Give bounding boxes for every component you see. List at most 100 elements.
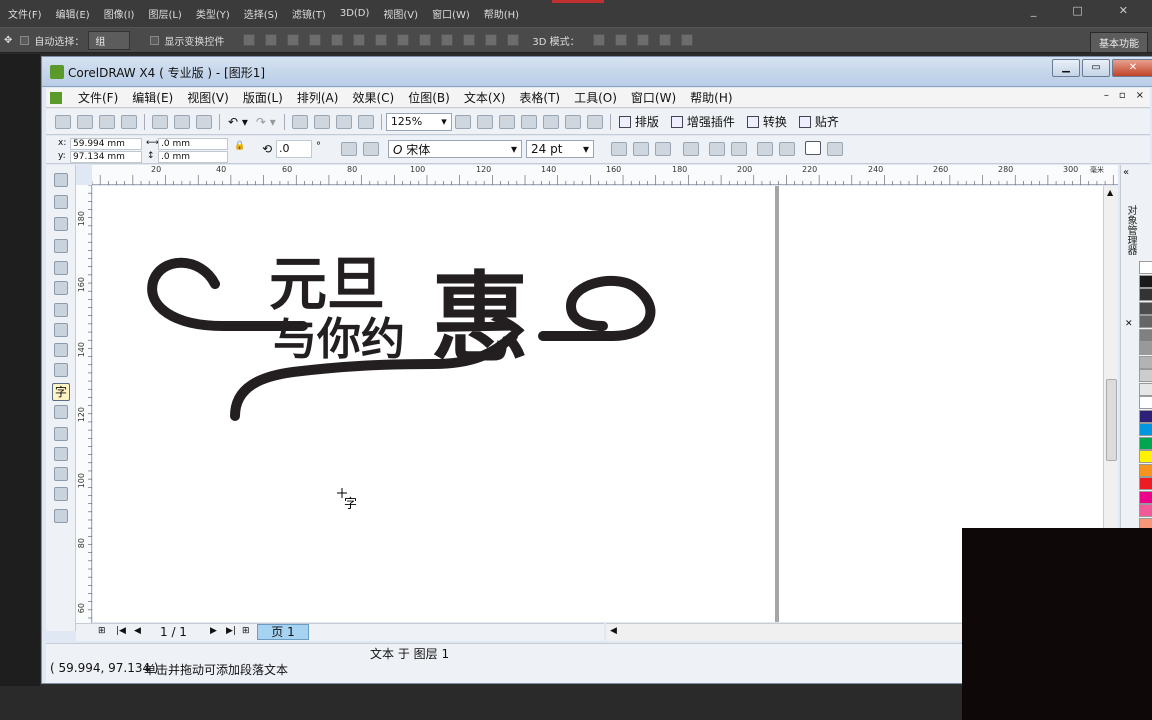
text-tool-icon[interactable]: 字	[52, 383, 70, 401]
doc-close-button[interactable]: ×	[1136, 90, 1144, 101]
zoom-height-icon[interactable]	[586, 114, 603, 129]
add-page-icon[interactable]: ⊞	[98, 626, 106, 636]
distribute-top-icon[interactable]	[375, 34, 388, 46]
ps-menu-layer[interactable]: 图层(L)	[148, 6, 181, 21]
horizontal-ruler[interactable]: 20 40 60 80 100 120 140 160 180 200 220 …	[92, 165, 1118, 185]
menu-edit[interactable]: 编辑(E)	[132, 89, 173, 106]
3d-scale-icon[interactable]	[680, 34, 693, 46]
color-swatch[interactable]	[1139, 328, 1152, 342]
ps-minimize-button[interactable]: _	[1031, 4, 1037, 17]
horizontal-scrollbar[interactable]: ◀	[606, 623, 966, 641]
zoom-page-icon[interactable]	[542, 114, 559, 129]
show-transform-checkbox[interactable]	[150, 35, 160, 45]
x-position-field[interactable]: 59.994 mm	[70, 138, 142, 150]
height-field[interactable]: .0 mm	[158, 151, 228, 163]
color-swatch[interactable]	[1139, 463, 1152, 477]
distribute-right-icon[interactable]	[485, 34, 498, 46]
fill-tool-icon[interactable]	[54, 487, 68, 501]
object-manager-tab[interactable]: 对象管理器	[1123, 205, 1138, 255]
color-swatch[interactable]	[1139, 436, 1152, 450]
color-swatch[interactable]	[1139, 450, 1152, 463]
doc-minimize-button[interactable]: –	[1104, 90, 1109, 101]
character-format-icon[interactable]	[757, 142, 773, 156]
bullets-icon[interactable]	[709, 142, 725, 156]
vertical-text-icon[interactable]	[827, 142, 843, 156]
3d-slide-icon[interactable]	[658, 34, 671, 46]
drop-cap-icon[interactable]	[731, 142, 747, 156]
menu-effects[interactable]: 效果(C)	[352, 89, 394, 106]
copy-icon[interactable]	[174, 114, 190, 129]
color-swatch[interactable]	[1139, 477, 1152, 490]
save-icon[interactable]	[99, 114, 115, 129]
bold-icon[interactable]	[611, 142, 627, 156]
add-page-after-icon[interactable]: ⊞	[242, 626, 250, 636]
import-icon[interactable]	[291, 114, 308, 129]
menu-table[interactable]: 表格(T)	[519, 89, 560, 106]
zoom-tool-icon[interactable]	[54, 239, 68, 253]
interactive-blend-tool-icon[interactable]	[54, 427, 68, 441]
underline-icon[interactable]	[655, 142, 671, 156]
ps-menu-file[interactable]: 文件(F)	[8, 6, 42, 21]
italic-icon[interactable]	[633, 142, 649, 156]
menu-bitmaps[interactable]: 位图(B)	[408, 89, 450, 106]
publish-pdf-icon[interactable]	[335, 114, 352, 129]
align-top-icon[interactable]	[243, 34, 256, 46]
font-size-combo[interactable]: 24 pt ▾	[526, 140, 594, 158]
mirror-horizontal-icon[interactable]	[341, 142, 357, 156]
crop-tool-icon[interactable]	[54, 217, 68, 231]
close-docker-icon[interactable]: ✕	[1125, 319, 1133, 329]
lock-ratio-icon[interactable]: 🔒	[234, 141, 245, 151]
polygon-tool-icon[interactable]	[54, 343, 68, 357]
menu-window[interactable]: 窗口(W)	[631, 89, 676, 106]
distribute-vcenter-icon[interactable]	[397, 34, 410, 46]
table-tool-icon[interactable]	[54, 405, 68, 419]
application-launcher-icon[interactable]	[357, 114, 374, 129]
plugin-snap-button[interactable]: 贴齐	[798, 113, 839, 130]
menu-text[interactable]: 文本(X)	[464, 89, 506, 106]
plugin-convert-button[interactable]: 转换	[746, 113, 787, 130]
next-page-icon[interactable]: ▶	[210, 626, 217, 636]
ps-menu-3d[interactable]: 3D(D)	[340, 8, 370, 19]
ps-menu-window[interactable]: 窗口(W)	[432, 6, 470, 21]
color-swatch[interactable]	[1139, 382, 1152, 396]
auto-select-checkbox[interactable]	[20, 35, 30, 45]
ps-menu-filter[interactable]: 滤镜(T)	[292, 6, 326, 21]
cd-minimize-button[interactable]: ▁	[1052, 59, 1080, 77]
font-list-combo[interactable]: O 宋体 ▾	[388, 140, 522, 158]
eyedropper-tool-icon[interactable]	[54, 447, 68, 461]
page-tab-1[interactable]: 页 1	[257, 624, 309, 640]
menu-file[interactable]: 文件(F)	[78, 89, 118, 106]
scroll-left-icon[interactable]: ◀	[610, 626, 617, 636]
coreldraw-titlebar[interactable]: CorelDRAW X4 ( 专业版 ) - [图形1] ▁ ▭ ✕	[42, 57, 1152, 87]
zoom-width-icon[interactable]	[564, 114, 581, 129]
smart-fill-tool-icon[interactable]	[54, 281, 68, 295]
basic-shapes-tool-icon[interactable]	[54, 363, 68, 377]
interactive-fill-tool-icon[interactable]	[54, 509, 68, 523]
last-page-icon[interactable]: ▶|	[226, 626, 236, 636]
freehand-tool-icon[interactable]	[54, 261, 68, 275]
workspace-switcher[interactable]: 基本功能	[1090, 32, 1148, 53]
ps-close-button[interactable]: ✕	[1119, 4, 1128, 17]
menu-view[interactable]: 视图(V)	[187, 89, 229, 106]
vertical-scroll-thumb[interactable]	[1106, 379, 1117, 461]
3d-pan-icon[interactable]	[636, 34, 649, 46]
menu-tools[interactable]: 工具(O)	[574, 89, 617, 106]
ps-menu-image[interactable]: 图像(I)	[104, 6, 135, 21]
cut-icon[interactable]	[152, 114, 168, 129]
color-swatch[interactable]	[1139, 409, 1152, 423]
cd-close-button[interactable]: ✕	[1112, 59, 1152, 77]
undo-icon[interactable]: ↶ ▾	[228, 115, 248, 129]
3d-roll-icon[interactable]	[614, 34, 627, 46]
zoom-out-icon[interactable]	[476, 114, 493, 129]
scroll-up-icon[interactable]: ▲	[1107, 188, 1113, 197]
auto-select-dropdown[interactable]: 组	[88, 30, 131, 50]
outline-tool-icon[interactable]	[54, 467, 68, 481]
ps-menu-type[interactable]: 类型(Y)	[196, 6, 230, 21]
color-swatch[interactable]	[1139, 396, 1152, 409]
color-swatch[interactable]	[1139, 423, 1152, 436]
color-swatch[interactable]	[1139, 315, 1152, 328]
plugin-layout-button[interactable]: 排版	[618, 113, 659, 130]
zoom-level-combo[interactable]: 125% ▾	[385, 112, 452, 131]
3d-rotate-icon[interactable]	[592, 34, 605, 46]
ps-menu-help[interactable]: 帮助(H)	[484, 6, 519, 21]
